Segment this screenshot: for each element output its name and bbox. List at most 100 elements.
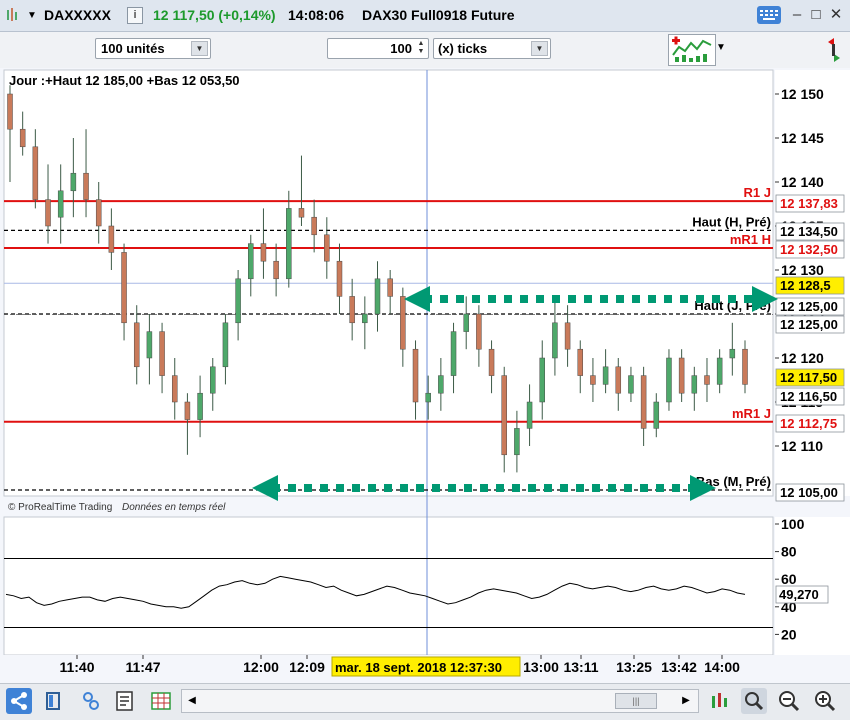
info-icon[interactable]: i	[127, 7, 143, 24]
indicators-dropdown-icon[interactable]: ▼	[716, 42, 726, 53]
candle-body	[159, 331, 165, 376]
tick-unit-select[interactable]: (x) ticks ▼	[433, 38, 551, 59]
candle-body	[653, 401, 660, 429]
candle-body	[666, 357, 672, 403]
candle-body	[438, 375, 444, 394]
candle-body	[577, 348, 584, 376]
sync-icon[interactable]	[824, 36, 844, 64]
price-tick-label: 12 130	[781, 262, 824, 278]
candle-body	[57, 190, 64, 218]
tick-count-input[interactable]: 100 ▲ ▼	[327, 38, 429, 59]
candle-body	[615, 366, 622, 394]
restore-icon[interactable]: □	[806, 6, 826, 24]
level-badge-value: 12 125,00	[780, 317, 838, 332]
time-tick-label: 12:00	[243, 659, 279, 675]
zoom-out-icon[interactable]	[776, 688, 802, 714]
candle-body	[45, 199, 51, 227]
clock: 14:08:06	[288, 7, 345, 23]
scroll-left-icon[interactable]: ◀	[184, 692, 200, 710]
candle-body	[311, 216, 317, 236]
level-label: mR1 J	[732, 406, 771, 421]
candle-body	[286, 208, 292, 280]
indicators-icon	[672, 36, 712, 62]
candle-body	[425, 392, 431, 403]
horizontal-scrollbar[interactable]: ◀ ||| ▶	[181, 689, 699, 713]
chevron-down-icon[interactable]: ▼	[191, 41, 208, 56]
level-badge-value: 12 125,00	[780, 299, 838, 314]
candle-body	[273, 260, 279, 280]
candle-body	[539, 357, 545, 403]
candle-body	[628, 375, 634, 394]
candle-body	[184, 401, 191, 420]
price-tick-label: 12 145	[781, 130, 824, 146]
close-icon[interactable]: ✕	[826, 6, 846, 24]
candle-body	[349, 296, 355, 324]
time-tick-label: 13:42	[661, 659, 697, 675]
candle-body	[19, 128, 26, 148]
indicators-button[interactable]	[668, 34, 716, 66]
time-tick-label: 11:40	[59, 659, 94, 675]
chart-area[interactable]: Jour :+Haut 12 185,00 +Bas 12 053,50 © Pr…	[0, 68, 850, 683]
price-tick-label: 12 110	[781, 438, 823, 454]
time-tick-label: 13:11	[563, 659, 598, 675]
spinner-icon[interactable]: ▲ ▼	[415, 40, 427, 57]
level-label: Haut (H, Pré)	[692, 214, 771, 229]
minimize-icon[interactable]: –	[787, 6, 807, 24]
osc-tick-label: 60	[781, 571, 797, 587]
level-badge-value: 12 105,00	[780, 485, 838, 500]
candle-body	[564, 322, 571, 350]
level-label: R1 J	[744, 185, 771, 200]
candle-body	[552, 322, 558, 359]
crosshair-time-label: mar. 18 sept. 2018 12:37:30	[335, 660, 502, 675]
candle-body	[716, 357, 723, 385]
candle-body	[336, 260, 343, 297]
quantity-select[interactable]: 100 unités ▼	[95, 38, 211, 59]
candle-body	[463, 313, 469, 332]
candle-body	[222, 322, 229, 368]
candle-body	[501, 375, 507, 456]
candle-body	[32, 146, 39, 200]
auto-scale-icon[interactable]	[706, 688, 732, 714]
scroll-thumb-grip[interactable]: |||	[615, 693, 657, 709]
keyboard-icon[interactable]	[757, 6, 781, 24]
report-icon[interactable]	[112, 688, 138, 714]
candle-body	[235, 278, 241, 324]
title-bar: ▼ DAXXXXX i 12 117,50 (+0,14%) 14:08:06 …	[0, 0, 850, 32]
symbol-label[interactable]: DAXXXXX	[44, 7, 111, 23]
candle-body	[450, 331, 457, 376]
time-tick-label: 12:09	[289, 659, 325, 675]
chevron-down-icon[interactable]: ▼	[531, 41, 548, 56]
candle-body	[640, 375, 647, 429]
level-badge-value: 12 137,83	[780, 196, 838, 211]
time-tick-label: 13:00	[523, 659, 559, 675]
layout-icon[interactable]	[42, 688, 68, 714]
tick-unit-value: (x) ticks	[438, 41, 488, 56]
candle-body	[602, 366, 609, 385]
zoom-in-icon[interactable]	[812, 688, 838, 714]
scroll-right-icon[interactable]: ▶	[678, 692, 694, 710]
level-badge-value: 12 116,50	[780, 389, 837, 404]
dropdown-arrow-icon[interactable]: ▼	[27, 10, 37, 21]
share-icon[interactable]	[6, 688, 32, 714]
candle-body	[590, 375, 596, 385]
table-icon[interactable]	[148, 688, 174, 714]
time-tick-label: 11:47	[125, 659, 160, 675]
candle-body	[108, 225, 115, 253]
price-tick-label: 12 150	[781, 86, 824, 102]
instrument-name: DAX30 Full0918 Future	[362, 7, 515, 23]
grip-icon[interactable]	[6, 7, 18, 23]
level-badge-value: 12 112,75	[780, 416, 837, 431]
candle-body	[197, 392, 203, 420]
candle-body	[387, 278, 393, 297]
candle-body	[488, 348, 495, 376]
candle-body	[476, 313, 482, 350]
candle-body	[210, 366, 216, 394]
candle-body	[70, 172, 77, 192]
candle-body	[514, 428, 520, 456]
tick-count-value: 100	[390, 41, 412, 56]
zoom-fit-icon[interactable]	[741, 688, 767, 714]
candle-body	[298, 208, 305, 218]
candle-body	[146, 331, 153, 359]
link-icon[interactable]	[78, 688, 104, 714]
level-label: mR1 H	[730, 232, 771, 247]
